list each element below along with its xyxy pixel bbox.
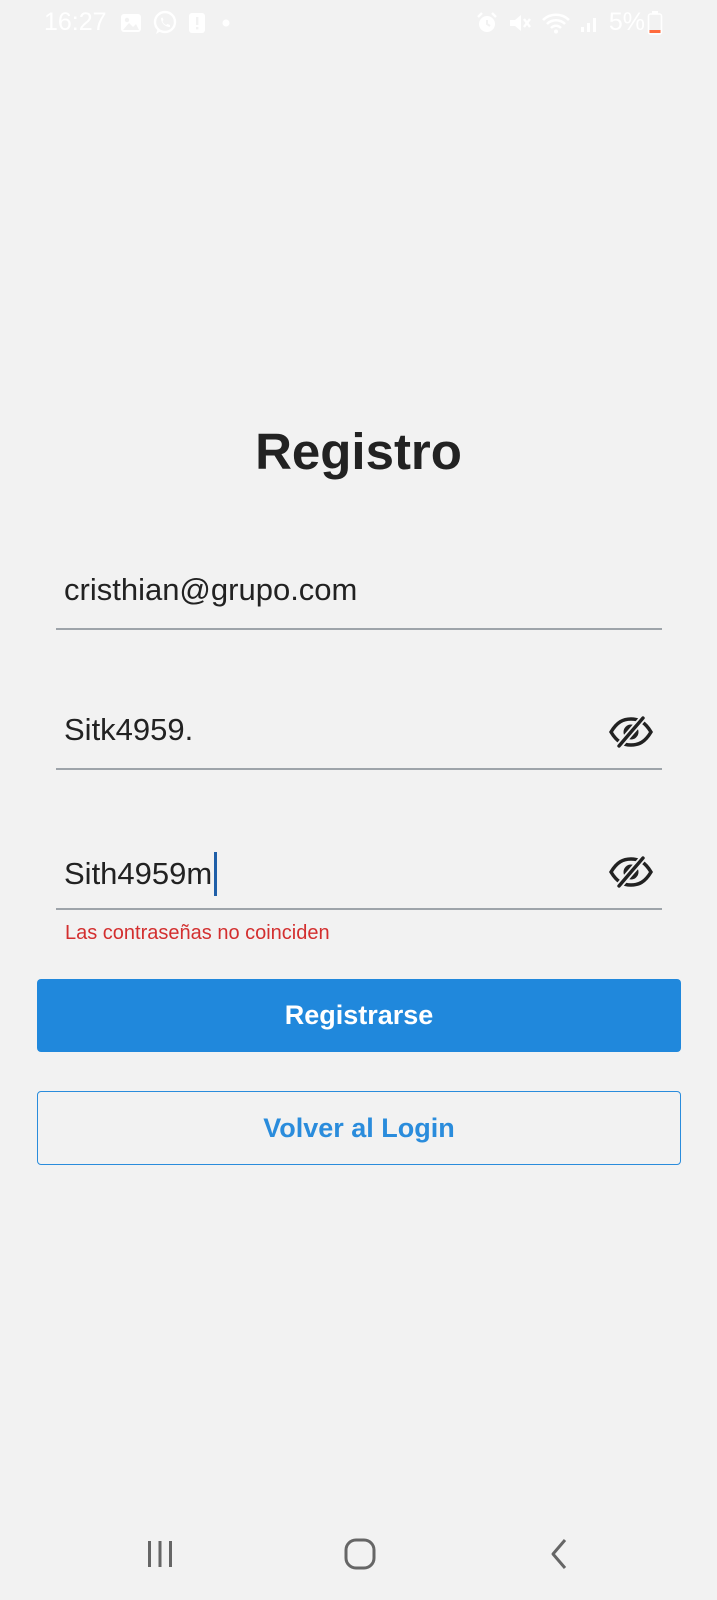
recents-icon[interactable] [130, 1532, 190, 1576]
status-right: 5% [467, 8, 663, 37]
status-bar: 16:27 5% [0, 0, 717, 50]
mute-icon [507, 11, 533, 35]
confirm-password-field[interactable]: Sith4959m [56, 838, 662, 910]
whatsapp-icon [152, 10, 178, 36]
gallery-icon [119, 11, 143, 35]
password-mismatch-error: Las contraseñas no coinciden [65, 922, 330, 944]
battery-percentage: 5% [608, 8, 645, 36]
register-button[interactable]: Registrarse [37, 979, 681, 1052]
email-input-value[interactable]: cristhian@grupo.com [64, 572, 357, 608]
back-to-login-button[interactable]: Volver al Login [37, 1091, 681, 1165]
battery-icon [647, 10, 663, 36]
page-title: Registro [255, 423, 462, 480]
alarm-icon [475, 11, 499, 35]
signal-icon [579, 11, 601, 35]
dot-icon [216, 11, 236, 35]
notification-icon [187, 11, 207, 35]
confirm-password-text: Sith4959m [64, 856, 213, 891]
eye-off-icon[interactable] [606, 712, 656, 752]
home-icon[interactable] [330, 1532, 390, 1576]
confirm-password-input-value[interactable]: Sith4959m [64, 852, 218, 896]
email-field[interactable]: cristhian@grupo.com [56, 558, 662, 630]
password-input-value[interactable]: Sitk4959. [64, 712, 193, 748]
back-icon[interactable] [530, 1532, 590, 1576]
status-time: 16:27 [44, 8, 107, 36]
password-field[interactable]: Sitk4959. [56, 698, 662, 770]
text-cursor [214, 852, 218, 896]
system-nav-bar [0, 1510, 717, 1600]
status-left: 16:27 [44, 8, 245, 37]
wifi-icon [541, 11, 571, 35]
eye-off-icon[interactable] [606, 852, 656, 892]
